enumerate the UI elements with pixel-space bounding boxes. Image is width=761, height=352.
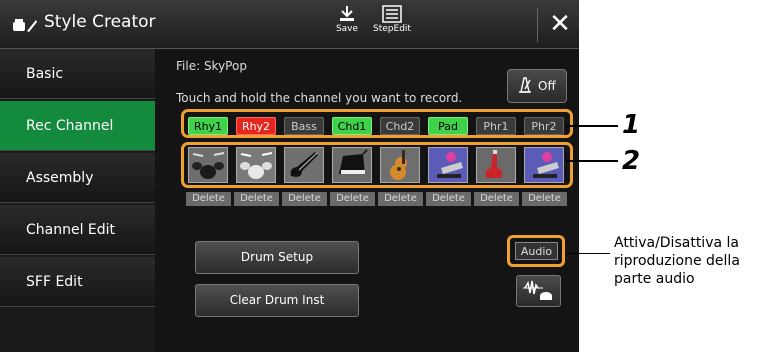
instruction-text: Touch and hold the channel you want to r… (176, 91, 463, 105)
audio-note-leader (566, 253, 610, 254)
channel-chd2[interactable]: Chd2 (380, 117, 420, 135)
audio-waveform-icon (523, 280, 552, 300)
sidebar-item-basic[interactable]: Basic (0, 49, 155, 99)
stepedit-label: StepEdit (373, 24, 411, 34)
delete-button-rhy2[interactable]: Delete (234, 192, 279, 206)
drum-kit-icon (189, 148, 227, 182)
callout-1: 1 (622, 110, 641, 140)
metronome-icon (519, 77, 531, 93)
audio-annotation: Attiva/Disattiva la riproduzione della p… (614, 235, 740, 287)
keyboard-player-icon (429, 148, 467, 182)
window-title: Style Creator (44, 12, 156, 32)
drum-kit-icon (237, 148, 275, 182)
voice-button-rhy2[interactable] (236, 147, 276, 183)
delete-button-pad[interactable]: Delete (426, 192, 471, 206)
voice-button-chd1[interactable] (332, 147, 372, 183)
stepedit-button[interactable]: StepEdit (370, 3, 414, 47)
main-panel: File: SkyPop Touch and hold the channel … (164, 49, 579, 352)
voice-button-rhy1[interactable] (188, 147, 228, 183)
acoustic-guitar-icon (381, 148, 419, 182)
callout-2-leader (566, 160, 618, 162)
delete-button-phr1[interactable]: Delete (474, 192, 519, 206)
channel-rhy1[interactable]: Rhy1 (188, 117, 228, 135)
save-button[interactable]: Save (325, 3, 369, 47)
delete-button-chd2[interactable]: Delete (378, 192, 423, 206)
save-label: Save (335, 24, 359, 34)
audio-settings-button[interactable] (516, 275, 561, 307)
channel-pad[interactable]: Pad (428, 117, 468, 135)
title-bar: Style Creator Save StepEdit ✕ (0, 0, 579, 49)
channel-bass[interactable]: Bass (284, 117, 324, 135)
voice-button-chd2[interactable] (380, 147, 420, 183)
voice-button-bass[interactable] (284, 147, 324, 183)
save-icon (340, 6, 354, 21)
sidebar-item-assembly[interactable]: Assembly (0, 153, 155, 203)
piano-icon (333, 148, 371, 182)
file-name: File: SkyPop (176, 59, 247, 73)
audio-button[interactable]: Audio (515, 242, 558, 260)
list-icon (382, 5, 402, 23)
sidebar-item-channel-edit[interactable]: Channel Edit (0, 205, 155, 255)
channel-phr2[interactable]: Phr2 (524, 117, 564, 135)
callout-1-leader (566, 125, 618, 127)
voice-button-pad[interactable] (428, 147, 468, 183)
delete-button-chd1[interactable]: Delete (330, 192, 375, 206)
callout-2: 2 (622, 146, 641, 176)
voice-button-phr2[interactable] (524, 147, 564, 183)
clear-drum-inst-button[interactable]: Clear Drum Inst (195, 284, 359, 317)
delete-button-rhy1[interactable]: Delete (186, 192, 231, 206)
electric-bass-icon (285, 148, 323, 182)
channel-rhy2[interactable]: Rhy2 (236, 117, 276, 135)
drum-setup-button[interactable]: Drum Setup (195, 241, 359, 274)
channel-phr1[interactable]: Phr1 (476, 117, 516, 135)
electric-guitar-icon (477, 148, 515, 182)
close-icon[interactable]: ✕ (541, 0, 579, 48)
metronome-button[interactable]: Off (507, 69, 567, 103)
keyboard-player-icon (525, 148, 563, 182)
sidebar-item-rec-channel[interactable]: Rec Channel (0, 101, 155, 151)
channel-chd1[interactable]: Chd1 (332, 117, 372, 135)
metronome-state: Off (538, 79, 556, 93)
titlebar-divider (537, 8, 538, 42)
style-creator-screen: Style Creator Save StepEdit ✕ Basic Rec … (0, 0, 579, 352)
sidebar: Basic Rec Channel Assembly Channel Edit … (0, 49, 155, 352)
delete-button-bass[interactable]: Delete (282, 192, 327, 206)
voice-button-phr1[interactable] (476, 147, 516, 183)
sidebar-item-sff-edit[interactable]: SFF Edit (0, 257, 155, 307)
style-creator-icon (13, 19, 37, 32)
delete-button-phr2[interactable]: Delete (522, 192, 567, 206)
